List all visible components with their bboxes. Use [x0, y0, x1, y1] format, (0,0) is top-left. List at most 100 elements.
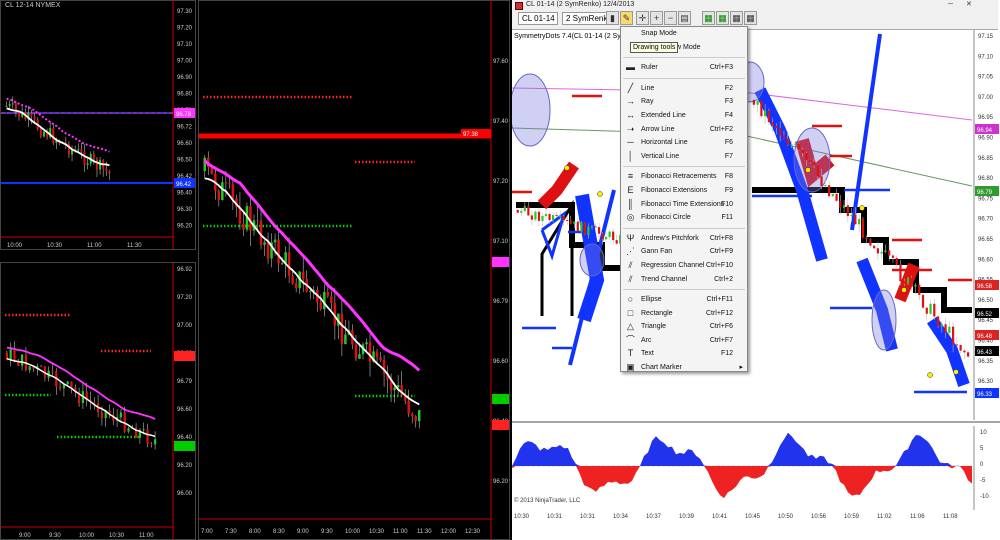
- candle-body: [8, 103, 11, 106]
- x-tick-label: 10:50: [778, 514, 794, 520]
- candle-body: [918, 284, 921, 295]
- menu-item-text[interactable]: T Text F12: [621, 347, 747, 361]
- y-tick-label: 96.30: [177, 207, 193, 213]
- candle-body: [562, 216, 565, 220]
- menu-item-label: Fibonacci Time Extensions: [641, 200, 725, 208]
- menu-item-trend-channel[interactable]: ⫽ Trend Channel Ctrl+2: [621, 273, 747, 287]
- candle-body: [775, 125, 778, 128]
- candle-body: [100, 412, 103, 419]
- candle-body: [95, 159, 98, 170]
- candle-body: [330, 296, 333, 303]
- menu-item-triangle[interactable]: △ Triangle Ctrl+F6: [621, 320, 747, 334]
- moving-average-line: [204, 177, 420, 406]
- candle-body: [42, 131, 45, 137]
- candle-body: [608, 231, 611, 237]
- menu-item-ellipse[interactable]: ○ Ellipse Ctrl+F11: [621, 293, 747, 307]
- osc-tick-label: 5: [980, 446, 984, 452]
- left-bottom-chart[interactable]: 96.9297.2097.0096.8096.7996.6096.4096.20…: [0, 262, 196, 540]
- drawing-tools-button[interactable]: ✎: [620, 11, 633, 25]
- menu-item-extended-line[interactable]: ↔ Extended Line F4: [621, 109, 747, 123]
- gann-fan-icon: ⋰: [626, 246, 635, 257]
- y-tick-label: 97.00: [177, 323, 193, 329]
- menu-item-label: Fibonacci Circle: [641, 214, 691, 222]
- crosshair-button[interactable]: ✛: [636, 11, 649, 25]
- zoom-out-button[interactable]: −: [664, 11, 677, 25]
- y-tick-label: 97.60: [493, 59, 509, 65]
- strategies-button[interactable]: ▦: [716, 11, 729, 25]
- y-tick-label: 97.00: [978, 95, 994, 101]
- left-top-chart[interactable]: CL 12-14 NYMEX 97.30 97.20 97.10 97.00 96.90…: [0, 0, 196, 250]
- data-box-button[interactable]: ▦: [744, 11, 757, 25]
- candle-body: [273, 239, 277, 243]
- candle-body: [537, 211, 541, 221]
- menu-item-rectangle[interactable]: □ Rectangle Ctrl+F12: [621, 307, 747, 321]
- indicators-button[interactable]: ▦: [702, 11, 715, 25]
- candle-body: [40, 366, 43, 368]
- ruler-icon: ▬: [626, 62, 635, 73]
- menu-item-line[interactable]: ╱ Line F2: [621, 82, 747, 96]
- candle-body: [13, 349, 16, 361]
- menu-item-fibonacci-retracements[interactable]: ≡ Fibonacci Retracements F8: [621, 170, 747, 184]
- candle-body: [365, 342, 368, 345]
- candle-body: [77, 149, 80, 151]
- candle-body: [809, 160, 812, 163]
- price-tag: [492, 257, 509, 267]
- properties-button[interactable]: ▤: [678, 11, 691, 25]
- x-tick-label: 10:30: [47, 243, 63, 249]
- menu-item-fibonacci-time-extensions[interactable]: ║ Fibonacci Time Extensions F10: [621, 198, 747, 212]
- ray-icon: →: [626, 96, 635, 107]
- candle-body: [605, 236, 608, 240]
- candle-body: [597, 227, 601, 234]
- zoom-in-button[interactable]: +: [650, 11, 663, 25]
- menu-item-ray[interactable]: → Ray F3: [621, 95, 747, 109]
- candle-body: [936, 316, 940, 327]
- candle-body: [576, 221, 579, 232]
- candle-body: [959, 344, 962, 351]
- y-tick-label: 96.45: [978, 318, 994, 324]
- candle-body: [955, 344, 958, 346]
- middle-chart[interactable]: 97.6097.4097.2097.1096.7996.6096.4096.20…: [198, 0, 510, 540]
- menu-item-arc[interactable]: ⌒ Arc Ctrl+F7: [621, 334, 747, 348]
- y-tick-label: 97.05: [978, 75, 994, 81]
- y-tick-label: 96.50: [177, 158, 193, 164]
- candle-body: [354, 344, 358, 359]
- y-tick-label: 96.70: [978, 217, 994, 223]
- y-tick-label: 96.40: [177, 191, 193, 197]
- candle-body: [108, 171, 111, 174]
- candle-body: [899, 264, 902, 282]
- menu-item-arrow-line[interactable]: ➝ Arrow Line Ctrl+F2: [621, 123, 747, 137]
- menu-item-gann-fan[interactable]: ⋰ Gann Fan Ctrl+F9: [621, 245, 747, 259]
- menu-item-fibonacci-extensions[interactable]: E Fibonacci Extensions F9: [621, 184, 747, 198]
- menu-item-chart-marker[interactable]: ▣ Chart Marker ▸: [621, 361, 747, 371]
- menu-item-regression-channel[interactable]: ⫽ Regression Channel Ctrl+F10: [621, 259, 747, 273]
- price-tag-label: 96.52: [977, 312, 993, 318]
- instrument-selector[interactable]: CL 01-14: [518, 12, 558, 25]
- y-tick-label: 96.30: [978, 379, 994, 385]
- left-top-plot: 97.30 97.20 97.10 97.00 96.90 96.80 96.78 96.72…: [1, 1, 195, 249]
- menu-item-ruler[interactable]: ▬ Ruler Ctrl+F3: [621, 61, 747, 75]
- bar-type-selector[interactable]: 2 SymRenko: [562, 12, 612, 25]
- menu-item-fibonacci-circle[interactable]: ◎ Fibonacci Circle F11: [621, 211, 747, 225]
- templates-button[interactable]: ▦: [730, 11, 743, 25]
- menu-item-andrew-s-pitchfork[interactable]: Ψ Andrew's Pitchfork Ctrl+F8: [621, 232, 747, 246]
- price-tag: [492, 420, 509, 430]
- arrow-line-icon: ➝: [626, 123, 635, 134]
- ninjatrader-chart-window[interactable]: 97.15 97.10 97.05 97.00 96.95 96.90 96.85 96.80…: [512, 0, 1000, 540]
- price-tag-label: 96.42: [176, 182, 192, 188]
- menu-item-snap-mode[interactable]: Snap Mode: [621, 27, 747, 41]
- candle-body: [530, 215, 533, 220]
- minimize-button[interactable]: ─: [948, 1, 958, 9]
- menu-item-label: Line: [641, 84, 655, 92]
- menu-item-vertical-line[interactable]: │ Vertical Line F7: [621, 150, 747, 164]
- x-tick-label: 11:30: [127, 243, 142, 249]
- bar-style-button[interactable]: ▮: [606, 11, 619, 25]
- candle-body: [277, 239, 280, 264]
- x-tick-label: 12:30: [465, 529, 481, 535]
- bear-renko-path: [927, 316, 970, 387]
- price-tag-label: 96.78: [176, 112, 192, 118]
- menu-item-label: Trend Channel: [641, 275, 688, 283]
- candle-body: [407, 400, 410, 414]
- candle-body: [523, 206, 526, 211]
- close-button[interactable]: ✕: [966, 1, 976, 9]
- menu-item-horizontal-line[interactable]: ─ Horizontal Line F6: [621, 136, 747, 150]
